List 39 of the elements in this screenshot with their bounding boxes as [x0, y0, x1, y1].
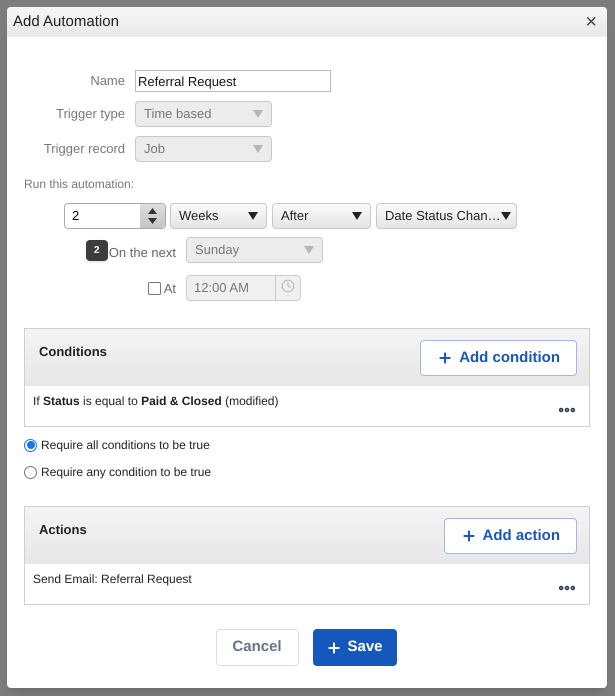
number-spinner[interactable]: 2 — [64, 203, 166, 229]
radio-button[interactable] — [24, 466, 37, 478]
section-label: Run this automation: — [24, 176, 136, 193]
field-label: Name — [89, 72, 125, 90]
caret-icon — [248, 212, 258, 220]
list-row-text: If Status is equal to Paid & Closed (modified) — [33, 393, 278, 410]
checkbox-label: At — [164, 280, 176, 298]
dialog-title: Add Automation — [13, 12, 119, 32]
plus-icon — [460, 528, 476, 544]
caret-icon — [352, 212, 362, 220]
select-field[interactable]: Date Status Chan… — [376, 203, 517, 229]
radio-button[interactable] — [24, 438, 37, 452]
caret-icon — [304, 246, 314, 254]
name-input[interactable]: Referral Request — [135, 70, 331, 92]
spinner-arrows-icon — [148, 207, 157, 225]
plus-icon — [326, 640, 342, 656]
checkbox[interactable] — [148, 282, 161, 294]
close-button[interactable]: × — [581, 12, 601, 32]
count-tooltip: 2 — [86, 240, 108, 260]
caret-icon — [500, 212, 511, 220]
radio-label: Require all conditions to be true — [41, 437, 210, 454]
field-label: Trigger record — [42, 140, 125, 158]
panel-title: Actions — [39, 521, 87, 539]
add-button[interactable]: Add condition — [420, 340, 577, 376]
caret-icon — [253, 145, 263, 153]
field-label: Trigger type — [55, 105, 125, 124]
select-field[interactable]: Weeks — [170, 203, 267, 229]
select-field[interactable]: After — [272, 203, 371, 229]
plus-icon — [437, 350, 454, 366]
panel-title: Conditions — [39, 343, 107, 361]
field-label: On the next — [108, 244, 176, 262]
caret-icon — [253, 110, 263, 118]
cancel-button[interactable]: Cancel — [216, 629, 298, 666]
list-row-text: Send Email: Referral Request — [33, 571, 192, 588]
clock-icon — [281, 279, 295, 293]
save-button[interactable]: Save — [312, 629, 396, 666]
add-button[interactable]: Add action — [444, 518, 577, 554]
time-field[interactable]: 12:00 AM — [186, 275, 301, 301]
radio-label: Require any condition to be true — [41, 464, 212, 481]
